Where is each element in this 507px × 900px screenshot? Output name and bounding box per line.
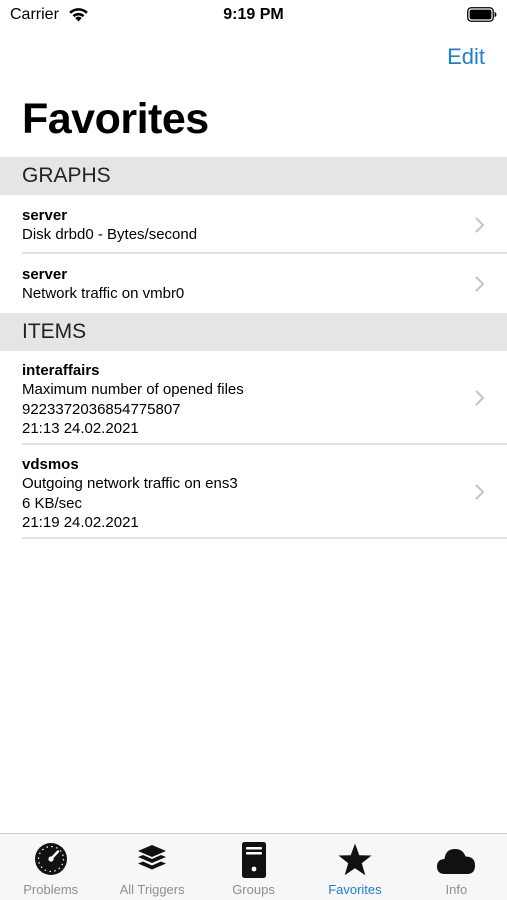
server-tower-icon — [241, 842, 266, 878]
tab-label: All Triggers — [119, 882, 185, 897]
chevron-right-icon — [475, 484, 484, 500]
chevron-right-icon — [475, 390, 484, 406]
list-item[interactable]: interaffairs Maximum number of opened fi… — [0, 351, 507, 445]
layers-icon — [138, 845, 167, 870]
row-divider — [22, 537, 507, 539]
row-subtitle: Disk drbd0 - Bytes/second — [22, 226, 198, 243]
row-title: interaffairs — [22, 362, 100, 379]
tab-favorites[interactable]: Favorites — [304, 834, 405, 900]
tab-all-triggers[interactable]: All Triggers — [101, 834, 202, 900]
tab-label: Info — [445, 882, 468, 897]
favorites-list: GRAPHS server Disk drbd0 - Bytes/second … — [0, 157, 507, 539]
row-title: server — [22, 207, 68, 224]
page-title: Favorites — [22, 95, 209, 143]
section-header-graphs: GRAPHS — [0, 157, 507, 195]
row-value: 6 KB/sec — [22, 494, 83, 512]
tab-bar: Problems All Triggers Groups Favorites I… — [0, 833, 507, 900]
list-item[interactable]: server Network traffic on vmbr0 — [0, 254, 507, 313]
gauge-icon — [34, 843, 67, 875]
tab-label: Favorites — [328, 882, 382, 897]
list-item[interactable]: vdsmos Outgoing network traffic on ens3 … — [0, 445, 507, 539]
star-icon — [338, 843, 372, 876]
row-description: Outgoing network traffic on ens3 — [22, 475, 238, 492]
chevron-right-icon — [475, 276, 484, 291]
tab-info[interactable]: Info — [406, 834, 507, 900]
tab-groups[interactable]: Groups — [203, 834, 304, 900]
status-time: 9:19 PM — [223, 6, 284, 23]
row-description: Maximum number of opened files — [22, 381, 244, 398]
row-title: server — [22, 266, 68, 283]
row-timestamp: 21:13 24.02.2021 — [22, 420, 139, 437]
tab-label: Groups — [232, 882, 275, 897]
section-header-items: ITEMS — [0, 313, 507, 351]
tab-label: Problems — [23, 882, 79, 897]
edit-button[interactable]: Edit — [447, 44, 485, 70]
battery-icon — [467, 7, 497, 22]
cloud-icon — [437, 849, 476, 874]
status-bar: Carrier 9:19 PM — [0, 0, 507, 34]
tab-problems[interactable]: Problems — [0, 834, 101, 900]
row-subtitle: Network traffic on vmbr0 — [22, 285, 185, 302]
row-value: 9223372036854775807 — [22, 400, 181, 418]
row-timestamp: 21:19 24.02.2021 — [22, 514, 139, 531]
chevron-right-icon — [475, 217, 484, 232]
list-item[interactable]: server Disk drbd0 - Bytes/second — [0, 195, 507, 254]
row-title: vdsmos — [22, 456, 79, 473]
